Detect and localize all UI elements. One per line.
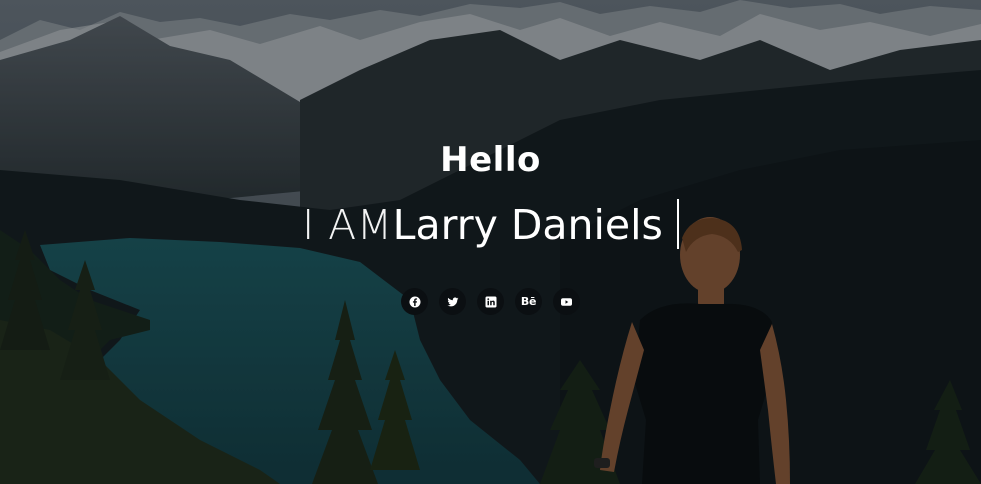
hero-section: Hello I AMLarry Daniels Bē <box>0 0 981 484</box>
youtube-button[interactable] <box>553 288 580 315</box>
behance-button[interactable]: Bē <box>515 288 542 315</box>
facebook-button[interactable] <box>401 288 428 315</box>
twitter-button[interactable] <box>439 288 466 315</box>
linkedin-icon <box>485 296 496 307</box>
twitter-icon <box>446 297 458 306</box>
hero-tagline: I AMLarry Daniels <box>0 197 981 253</box>
linkedin-button[interactable] <box>477 288 504 315</box>
facebook-icon <box>409 296 420 307</box>
typing-cursor <box>676 199 679 249</box>
hero-greeting: Hello <box>440 140 541 180</box>
youtube-icon <box>561 297 572 306</box>
social-links: Bē <box>0 288 981 315</box>
behance-icon: Bē <box>520 295 537 308</box>
hero-name: Larry Daniels <box>392 201 663 249</box>
hero-prefix: I AM <box>302 201 393 249</box>
